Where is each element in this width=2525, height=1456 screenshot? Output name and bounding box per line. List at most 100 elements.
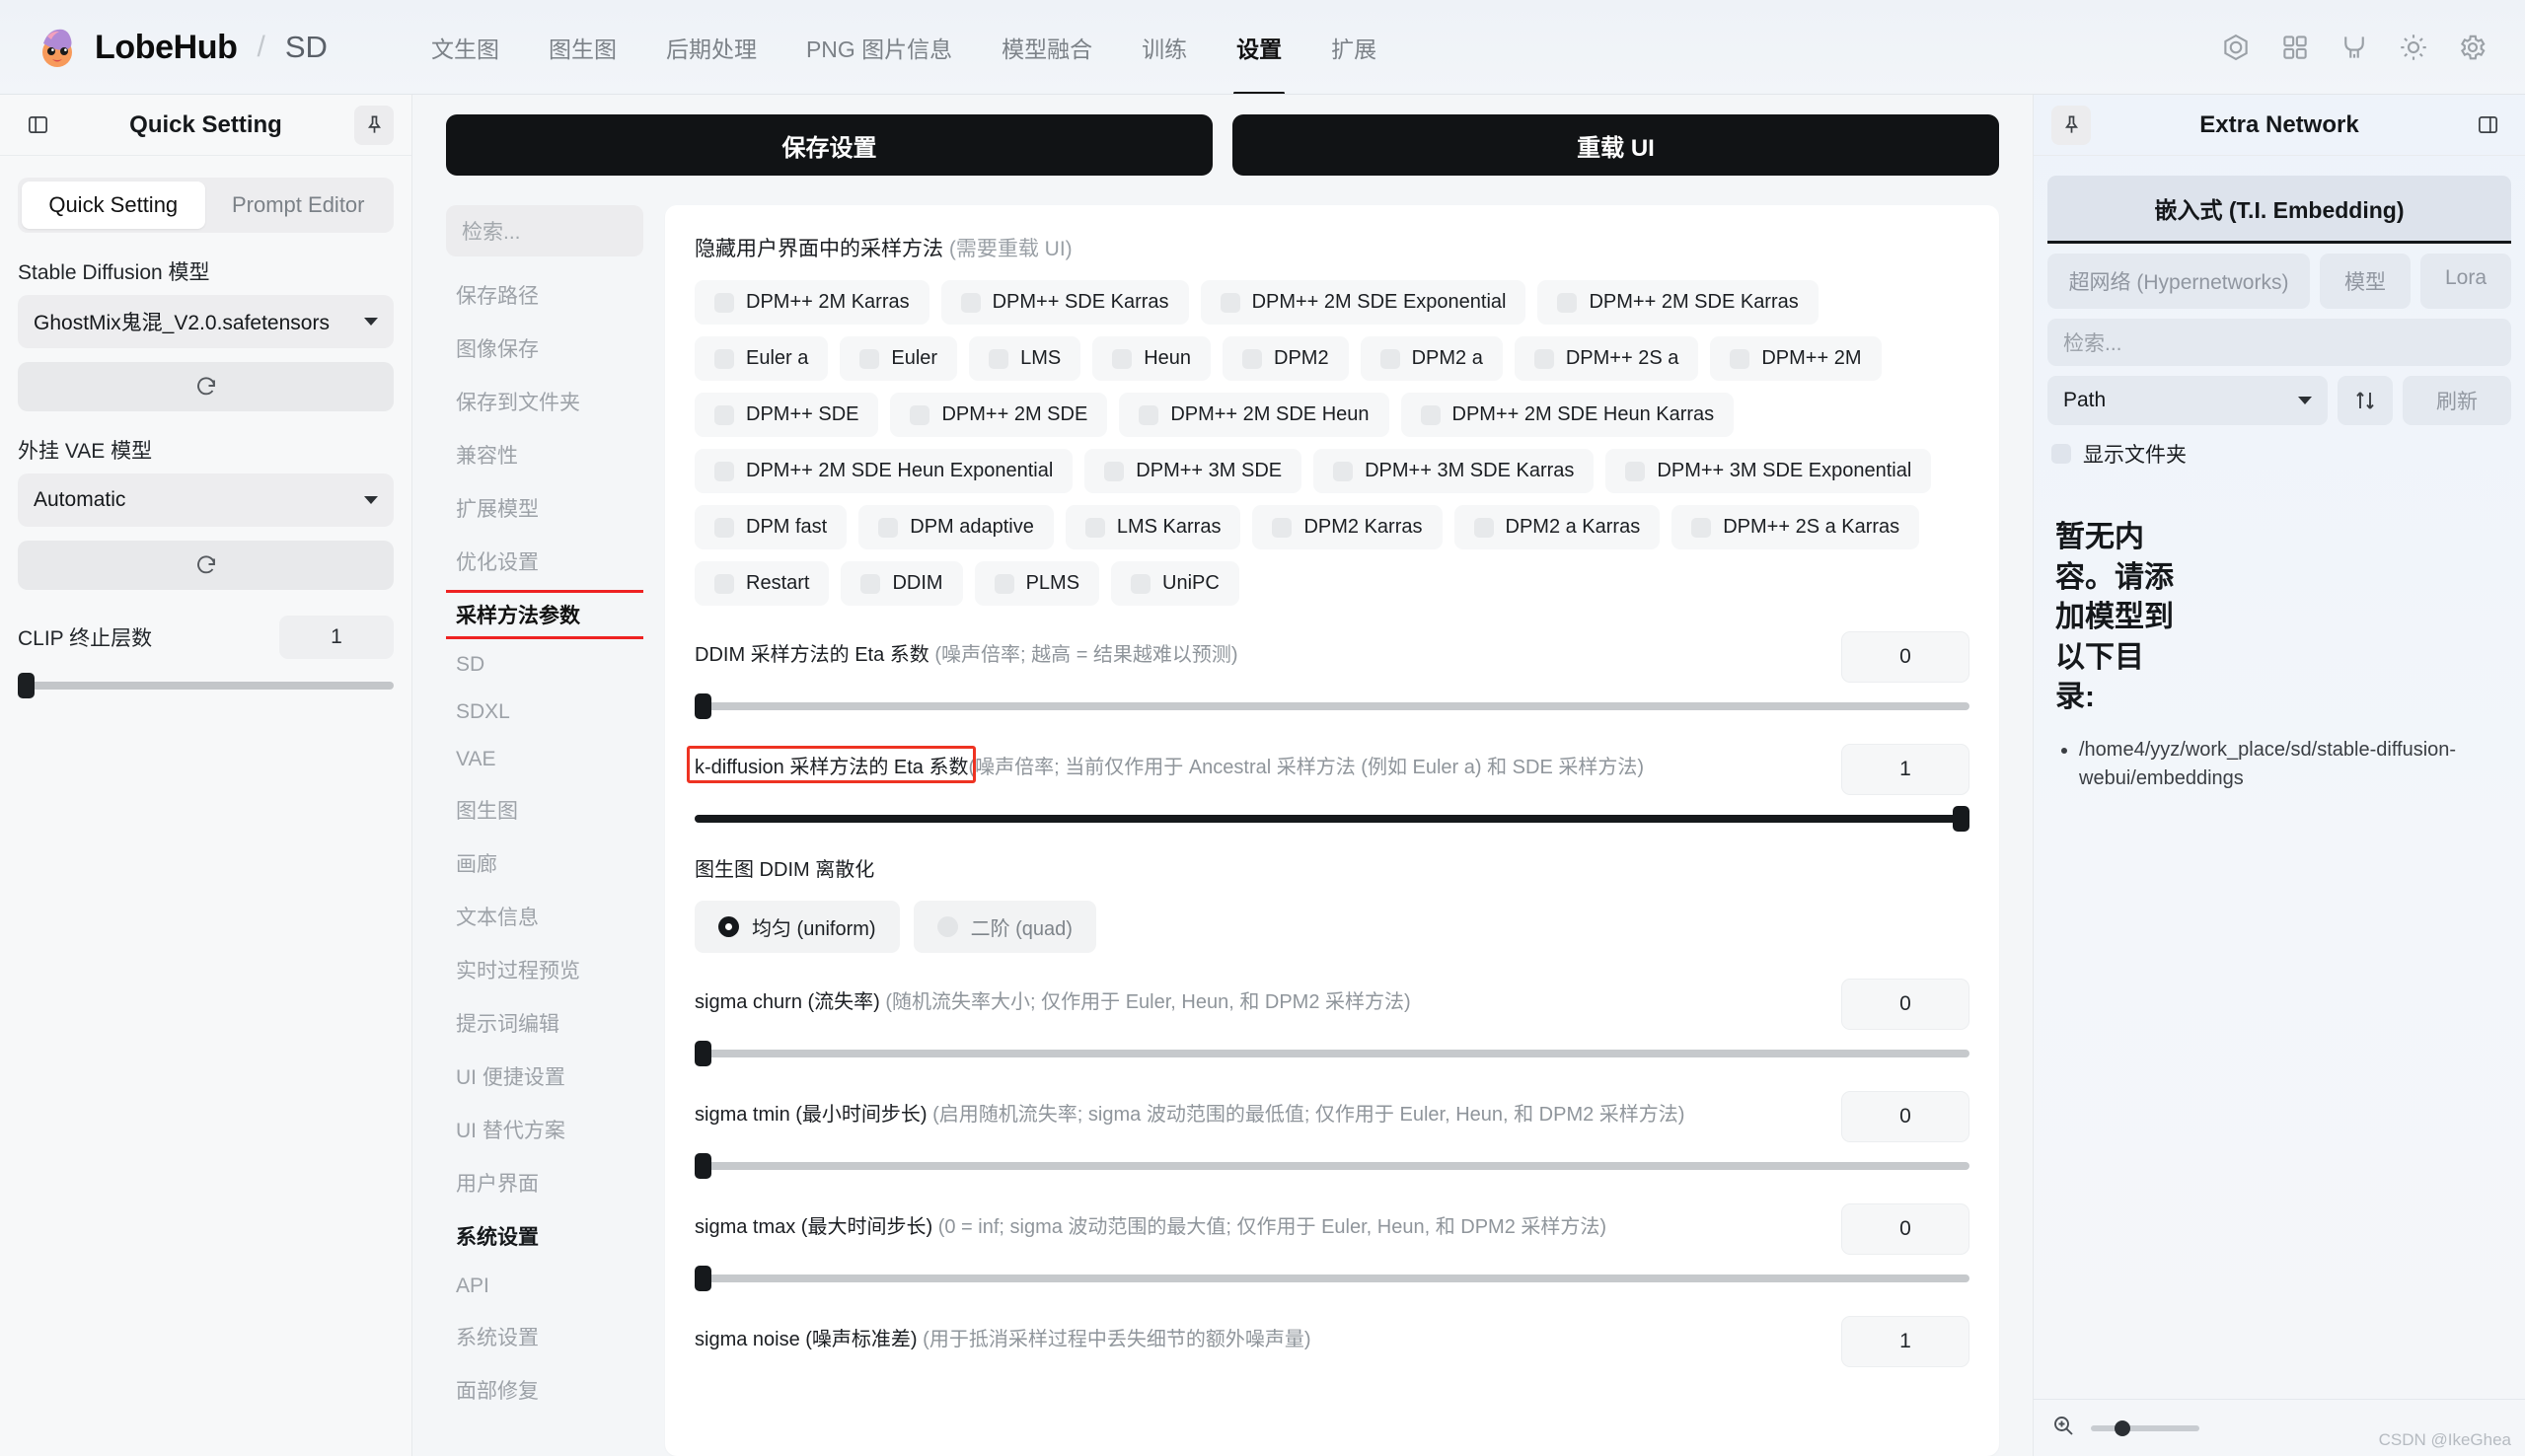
settings-nav-ui-alternatives[interactable]: UI 替代方案 [446,1103,643,1156]
checkbox-box[interactable] [714,348,734,369]
zoom-slider[interactable] [2091,1420,2199,1437]
sampler-checkbox[interactable]: DPM++ 3M SDE Exponential [1605,449,1932,493]
reload-ui-button[interactable]: 重载 UI [1232,114,1999,176]
save-settings-button[interactable]: 保存设置 [446,114,1213,176]
checkbox-box[interactable] [878,517,899,538]
settings-nav-api[interactable]: API [446,1263,643,1310]
settings-nav-gallery[interactable]: 画廊 [446,837,643,890]
sampler-checkbox[interactable]: DPM++ 3M SDE [1084,449,1302,493]
sampler-checkbox[interactable]: DDIM [841,561,963,606]
checkbox-box[interactable] [714,517,734,538]
sampler-checkbox[interactable]: DPM2 Karras [1252,505,1443,549]
sampler-checkbox[interactable]: DPM2 a [1360,336,1503,381]
brand[interactable]: LobeHub / SD [34,24,328,71]
tab-embedding[interactable]: 嵌入式 (T.I. Embedding) [2047,176,2511,244]
pin-icon[interactable] [2051,105,2091,145]
sampler-checkbox[interactable]: DPM2 [1223,336,1349,381]
sampler-checkbox[interactable]: DPM fast [695,505,848,549]
show-folder-checkbox[interactable]: 显示文件夹 [2051,439,2511,469]
settings-nav-text-info[interactable]: 文本信息 [446,890,643,943]
settings-search-input[interactable]: 检索... [446,205,643,256]
checkbox-box[interactable] [860,573,881,594]
sampler-checkbox[interactable]: DPM++ 2M SDE Heun [1119,393,1389,437]
checkbox-box[interactable] [1691,517,1712,538]
tab-hypernetworks[interactable]: 超网络 (Hypernetworks) [2047,254,2310,309]
sampler-checkbox[interactable]: DPM++ 2M SDE Heun Exponential [695,449,1074,493]
tab-quick-setting[interactable]: Quick Setting [22,182,205,229]
settings-nav-optimization[interactable]: 优化设置 [446,535,643,588]
checkbox-box[interactable] [1084,517,1105,538]
tab-lora[interactable]: Lora [2420,254,2511,309]
sd-model-refresh-button[interactable] [18,362,394,411]
slider-thumb[interactable] [695,693,711,719]
radio-quad[interactable]: 二阶 (quad) [913,901,1096,953]
sampler-checkbox[interactable]: DPM++ SDE [695,393,879,437]
checkbox-box[interactable] [1625,461,1646,481]
settings-nav-img2img[interactable]: 图生图 [446,783,643,837]
checkbox-box[interactable] [1557,292,1578,313]
slider-thumb[interactable] [695,1266,711,1291]
checkbox-box[interactable] [1139,404,1159,425]
param-value-sigma-tmax[interactable]: 0 [1841,1203,1969,1255]
tab-prompt-editor[interactable]: Prompt Editor [207,182,391,229]
checkbox-box[interactable] [989,348,1009,369]
vae-model-select[interactable]: Automatic [18,473,394,527]
sampler-checkbox[interactable]: DPM++ 2M [1710,336,1882,381]
sort-order-button[interactable] [2338,376,2393,425]
checkbox-box[interactable] [1220,292,1240,313]
checkbox-box[interactable] [1730,348,1750,369]
slider-thumb[interactable] [695,1041,711,1066]
tab-models[interactable]: 模型 [2320,254,2411,309]
checkbox-box[interactable] [714,461,734,481]
settings-nav-save-path[interactable]: 保存路径 [446,268,643,322]
param-value-ddim-eta[interactable]: 0 [1841,631,1969,683]
sampler-checkbox[interactable]: DPM adaptive [858,505,1054,549]
checkbox-box[interactable] [714,573,734,594]
checkbox-box[interactable] [2051,444,2071,464]
nav-tab-extensions[interactable]: 扩展 [1306,0,1401,95]
checkbox-box[interactable] [1420,404,1441,425]
param-slider-sigma-tmax[interactable] [695,1266,1969,1291]
param-slider-sigma-tmin[interactable] [695,1153,1969,1179]
sun-icon[interactable] [2399,33,2428,62]
civitai-icon[interactable] [2221,33,2251,62]
clip-skip-slider[interactable] [18,673,394,698]
checkbox-box[interactable] [1379,348,1400,369]
sampler-checkbox[interactable]: Euler a [695,336,829,381]
param-value-sigma-noise[interactable]: 1 [1841,1316,1969,1367]
checkbox-box[interactable] [910,404,930,425]
panel-left-icon[interactable] [18,106,57,145]
param-slider-sigma-churn[interactable] [695,1041,1969,1066]
slider-thumb[interactable] [2115,1420,2130,1436]
param-slider-ddim-eta[interactable] [695,693,1969,719]
vae-model-refresh-button[interactable] [18,541,394,590]
settings-nav-save-to-folder[interactable]: 保存到文件夹 [446,375,643,428]
sort-by-select[interactable]: Path [2047,376,2328,425]
checkbox-box[interactable] [960,292,981,313]
settings-nav-sampler-params[interactable]: 采样方法参数 [446,588,643,641]
sampler-checkbox[interactable]: DPM++ 2M SDE [890,393,1108,437]
settings-nav-live-preview[interactable]: 实时过程预览 [446,943,643,996]
checkbox-box[interactable] [714,404,734,425]
checkbox-box[interactable] [994,573,1014,594]
sd-model-select[interactable]: GhostMix鬼混_V2.0.safetensors [18,295,394,348]
param-value-sigma-churn[interactable]: 0 [1841,979,1969,1030]
sampler-checkbox[interactable]: LMS [969,336,1081,381]
param-slider-kdiffusion-eta[interactable] [695,806,1969,832]
settings-nav-sd[interactable]: SD [446,641,643,689]
grid-icon[interactable] [2280,33,2310,62]
checkbox-box[interactable] [1272,517,1293,538]
checkbox-box[interactable] [1104,461,1125,481]
checkbox-box[interactable] [1473,517,1494,538]
slider-thumb[interactable] [695,1153,711,1179]
sampler-checkbox[interactable]: Restart [695,561,830,606]
sampler-checkbox[interactable]: DPM++ 2M SDE Karras [1537,280,1819,325]
sampler-checkbox[interactable]: DPM2 a Karras [1453,505,1661,549]
settings-nav-image-save[interactable]: 图像保存 [446,322,643,375]
settings-nav-vae[interactable]: VAE [446,736,643,783]
sampler-checkbox[interactable]: Heun [1092,336,1212,381]
sampler-checkbox[interactable]: UniPC [1111,561,1239,606]
settings-nav-ui-quick-settings[interactable]: UI 便捷设置 [446,1050,643,1103]
github-icon[interactable] [2339,33,2369,62]
radio-uniform[interactable]: 均匀 (uniform) [695,901,900,953]
